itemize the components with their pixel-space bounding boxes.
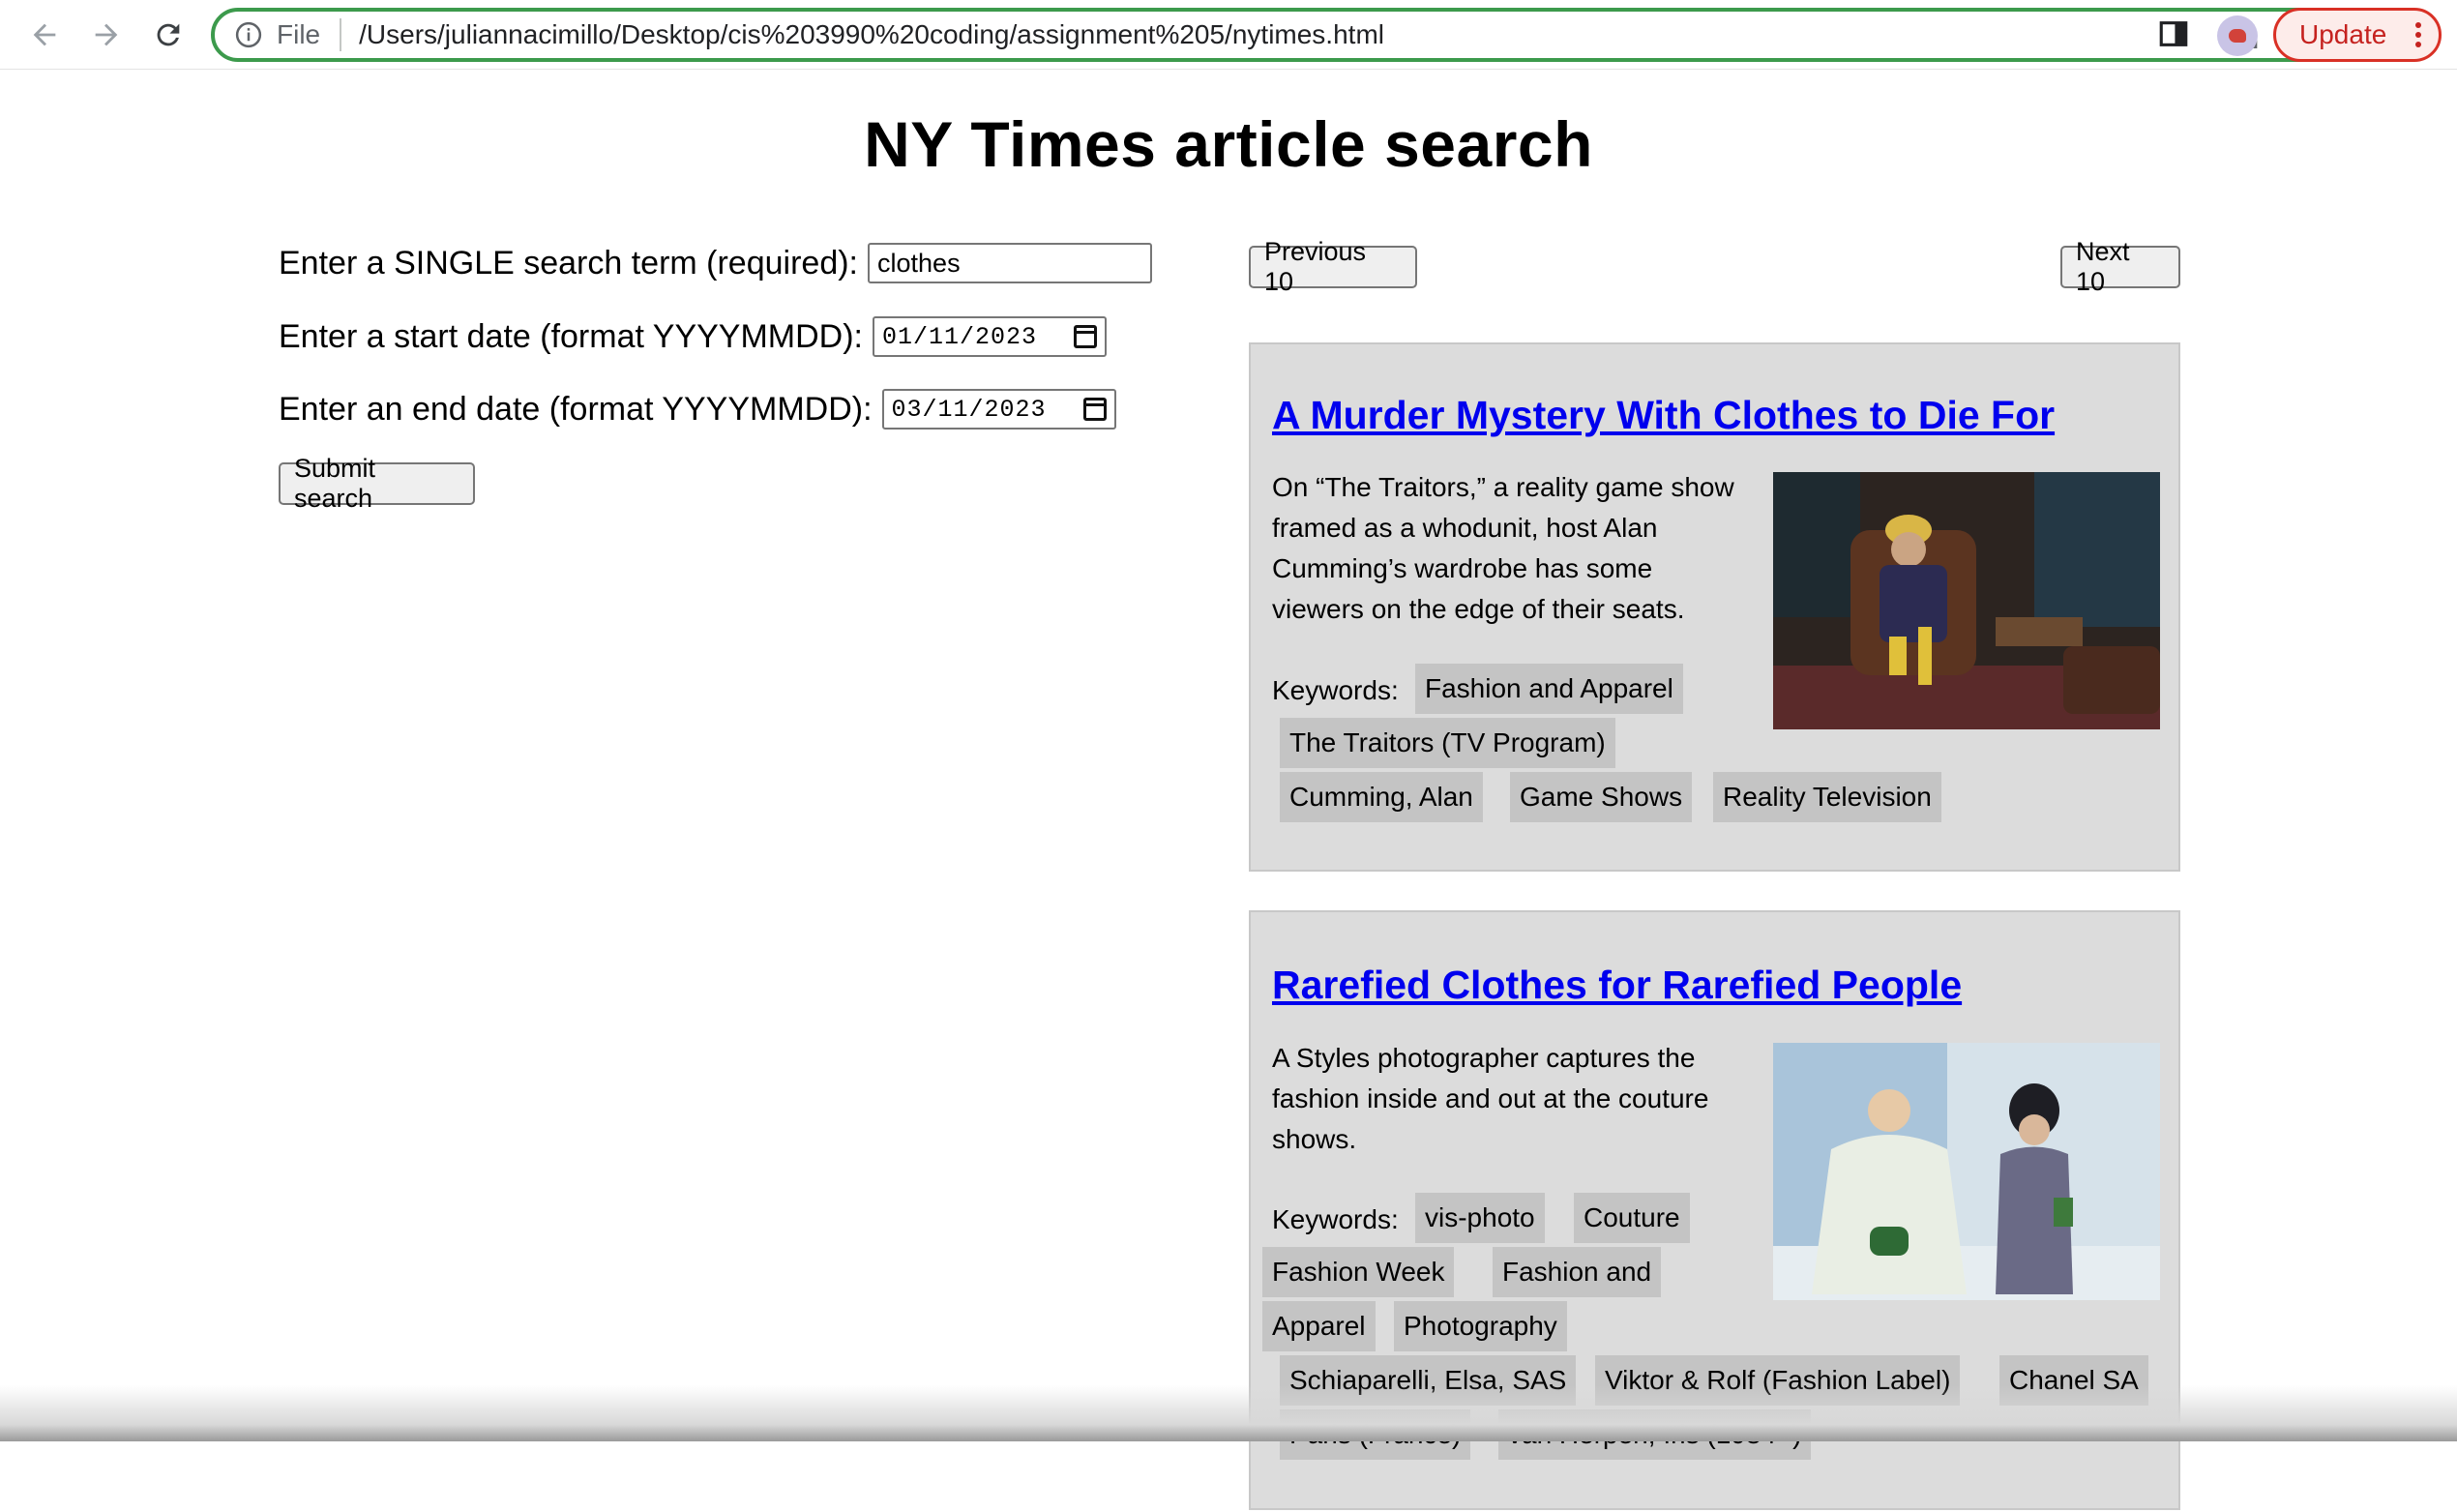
forward-icon[interactable] <box>83 12 130 58</box>
start-date-value: 01/11/2023 <box>882 322 1038 351</box>
profile-avatar[interactable] <box>2217 15 2258 56</box>
calendar-icon[interactable] <box>1074 325 1097 348</box>
calendar-icon[interactable] <box>1082 398 1107 421</box>
keyword-tag: Photography <box>1394 1301 1567 1351</box>
window-bottom-edge <box>0 1385 2457 1441</box>
keyword-tag: Fashion and Apparel <box>1415 664 1683 714</box>
summary-line: shows. <box>1272 1124 1357 1154</box>
article-card: A Murder Mystery With Clothes to Die For… <box>1249 342 2180 872</box>
back-icon[interactable] <box>21 12 68 58</box>
end-date-value: 03/11/2023 <box>891 395 1047 424</box>
browser-toolbar: File /Users/juliannacimillo/Desktop/cis%… <box>0 0 2457 70</box>
page-title: NY Times article search <box>864 108 1593 180</box>
article-summary: A Styles photographer captures the fashi… <box>1272 1038 1756 1160</box>
update-button[interactable]: Update <box>2273 8 2442 62</box>
search-term-input[interactable]: clothes <box>868 243 1153 283</box>
keywords-area: Keywords: Fashion and Apparel The Traito… <box>1272 664 2162 857</box>
summary-line: viewers on the edge of their seats. <box>1272 594 1685 624</box>
keyword-tag: Cumming, Alan <box>1280 772 1483 822</box>
keywords-label: Keywords: <box>1272 1204 1399 1234</box>
address-bar[interactable]: File /Users/juliannacimillo/Desktop/cis%… <box>211 8 2327 62</box>
search-term-label: Enter a SINGLE search term (required): <box>279 244 859 282</box>
keyword-tag: Apparel <box>1262 1301 1376 1351</box>
menu-dots-icon[interactable] <box>2415 22 2423 51</box>
update-label: Update <box>2299 19 2387 49</box>
keyword-tag: Reality Television <box>1713 772 1941 822</box>
keyword-tag: Game Shows <box>1510 772 1693 822</box>
keywords-area: Keywords: vis-photo Couture Fashion Week… <box>1262 1193 2162 1512</box>
profile-bird-icon <box>2229 29 2246 43</box>
article-summary: On “The Traitors,” a reality game show f… <box>1272 467 1756 630</box>
keyword-tag: Couture <box>1574 1193 1690 1243</box>
next-10-button[interactable]: Next 10 <box>2060 237 2180 296</box>
start-date-row: Enter a start date (format YYYYMMDD): 01… <box>279 316 1107 357</box>
keyword-tag: Fashion Week <box>1262 1247 1455 1297</box>
summary-line: Cumming’s wardrobe has some <box>1272 553 1653 583</box>
keyword-tag: Fashion and <box>1493 1247 1662 1297</box>
summary-line: On “The Traitors,” a reality game show <box>1272 472 1734 502</box>
previous-10-button[interactable]: Previous 10 <box>1249 237 1417 296</box>
url-scheme: File <box>277 19 321 49</box>
side-panel-icon[interactable] <box>2157 17 2190 50</box>
article-title-link[interactable]: Rarefied Clothes for Rarefied People <box>1272 963 1962 1008</box>
start-date-input[interactable]: 01/11/2023 <box>873 316 1107 357</box>
summary-line: framed as a whodunit, host Alan <box>1272 513 1658 543</box>
page-content: NY Times article search Enter a SINGLE s… <box>0 71 2457 1510</box>
url-separator <box>340 18 342 51</box>
end-date-row: Enter an end date (format YYYYMMDD): 03/… <box>279 389 1116 430</box>
summary-line: fashion inside and out at the couture <box>1272 1083 1709 1113</box>
end-date-label: Enter an end date (format YYYYMMDD): <box>279 390 873 428</box>
reload-icon[interactable] <box>145 12 192 58</box>
summary-line: A Styles photographer captures the <box>1272 1043 1696 1073</box>
site-info-icon[interactable] <box>234 20 263 49</box>
keywords-label: Keywords: <box>1272 675 1399 705</box>
end-date-input[interactable]: 03/11/2023 <box>881 389 1116 430</box>
article-title-link[interactable]: A Murder Mystery With Clothes to Die For <box>1272 393 2055 438</box>
keyword-tag: The Traitors (TV Program) <box>1280 718 1615 768</box>
url-text[interactable]: /Users/juliannacimillo/Desktop/cis%20399… <box>359 19 1384 50</box>
search-term-row: Enter a SINGLE search term (required): c… <box>279 243 1153 283</box>
start-date-label: Enter a start date (format YYYYMMDD): <box>279 317 863 355</box>
submit-search-button[interactable]: Submit search <box>279 454 475 513</box>
keyword-tag: vis-photo <box>1415 1193 1545 1243</box>
